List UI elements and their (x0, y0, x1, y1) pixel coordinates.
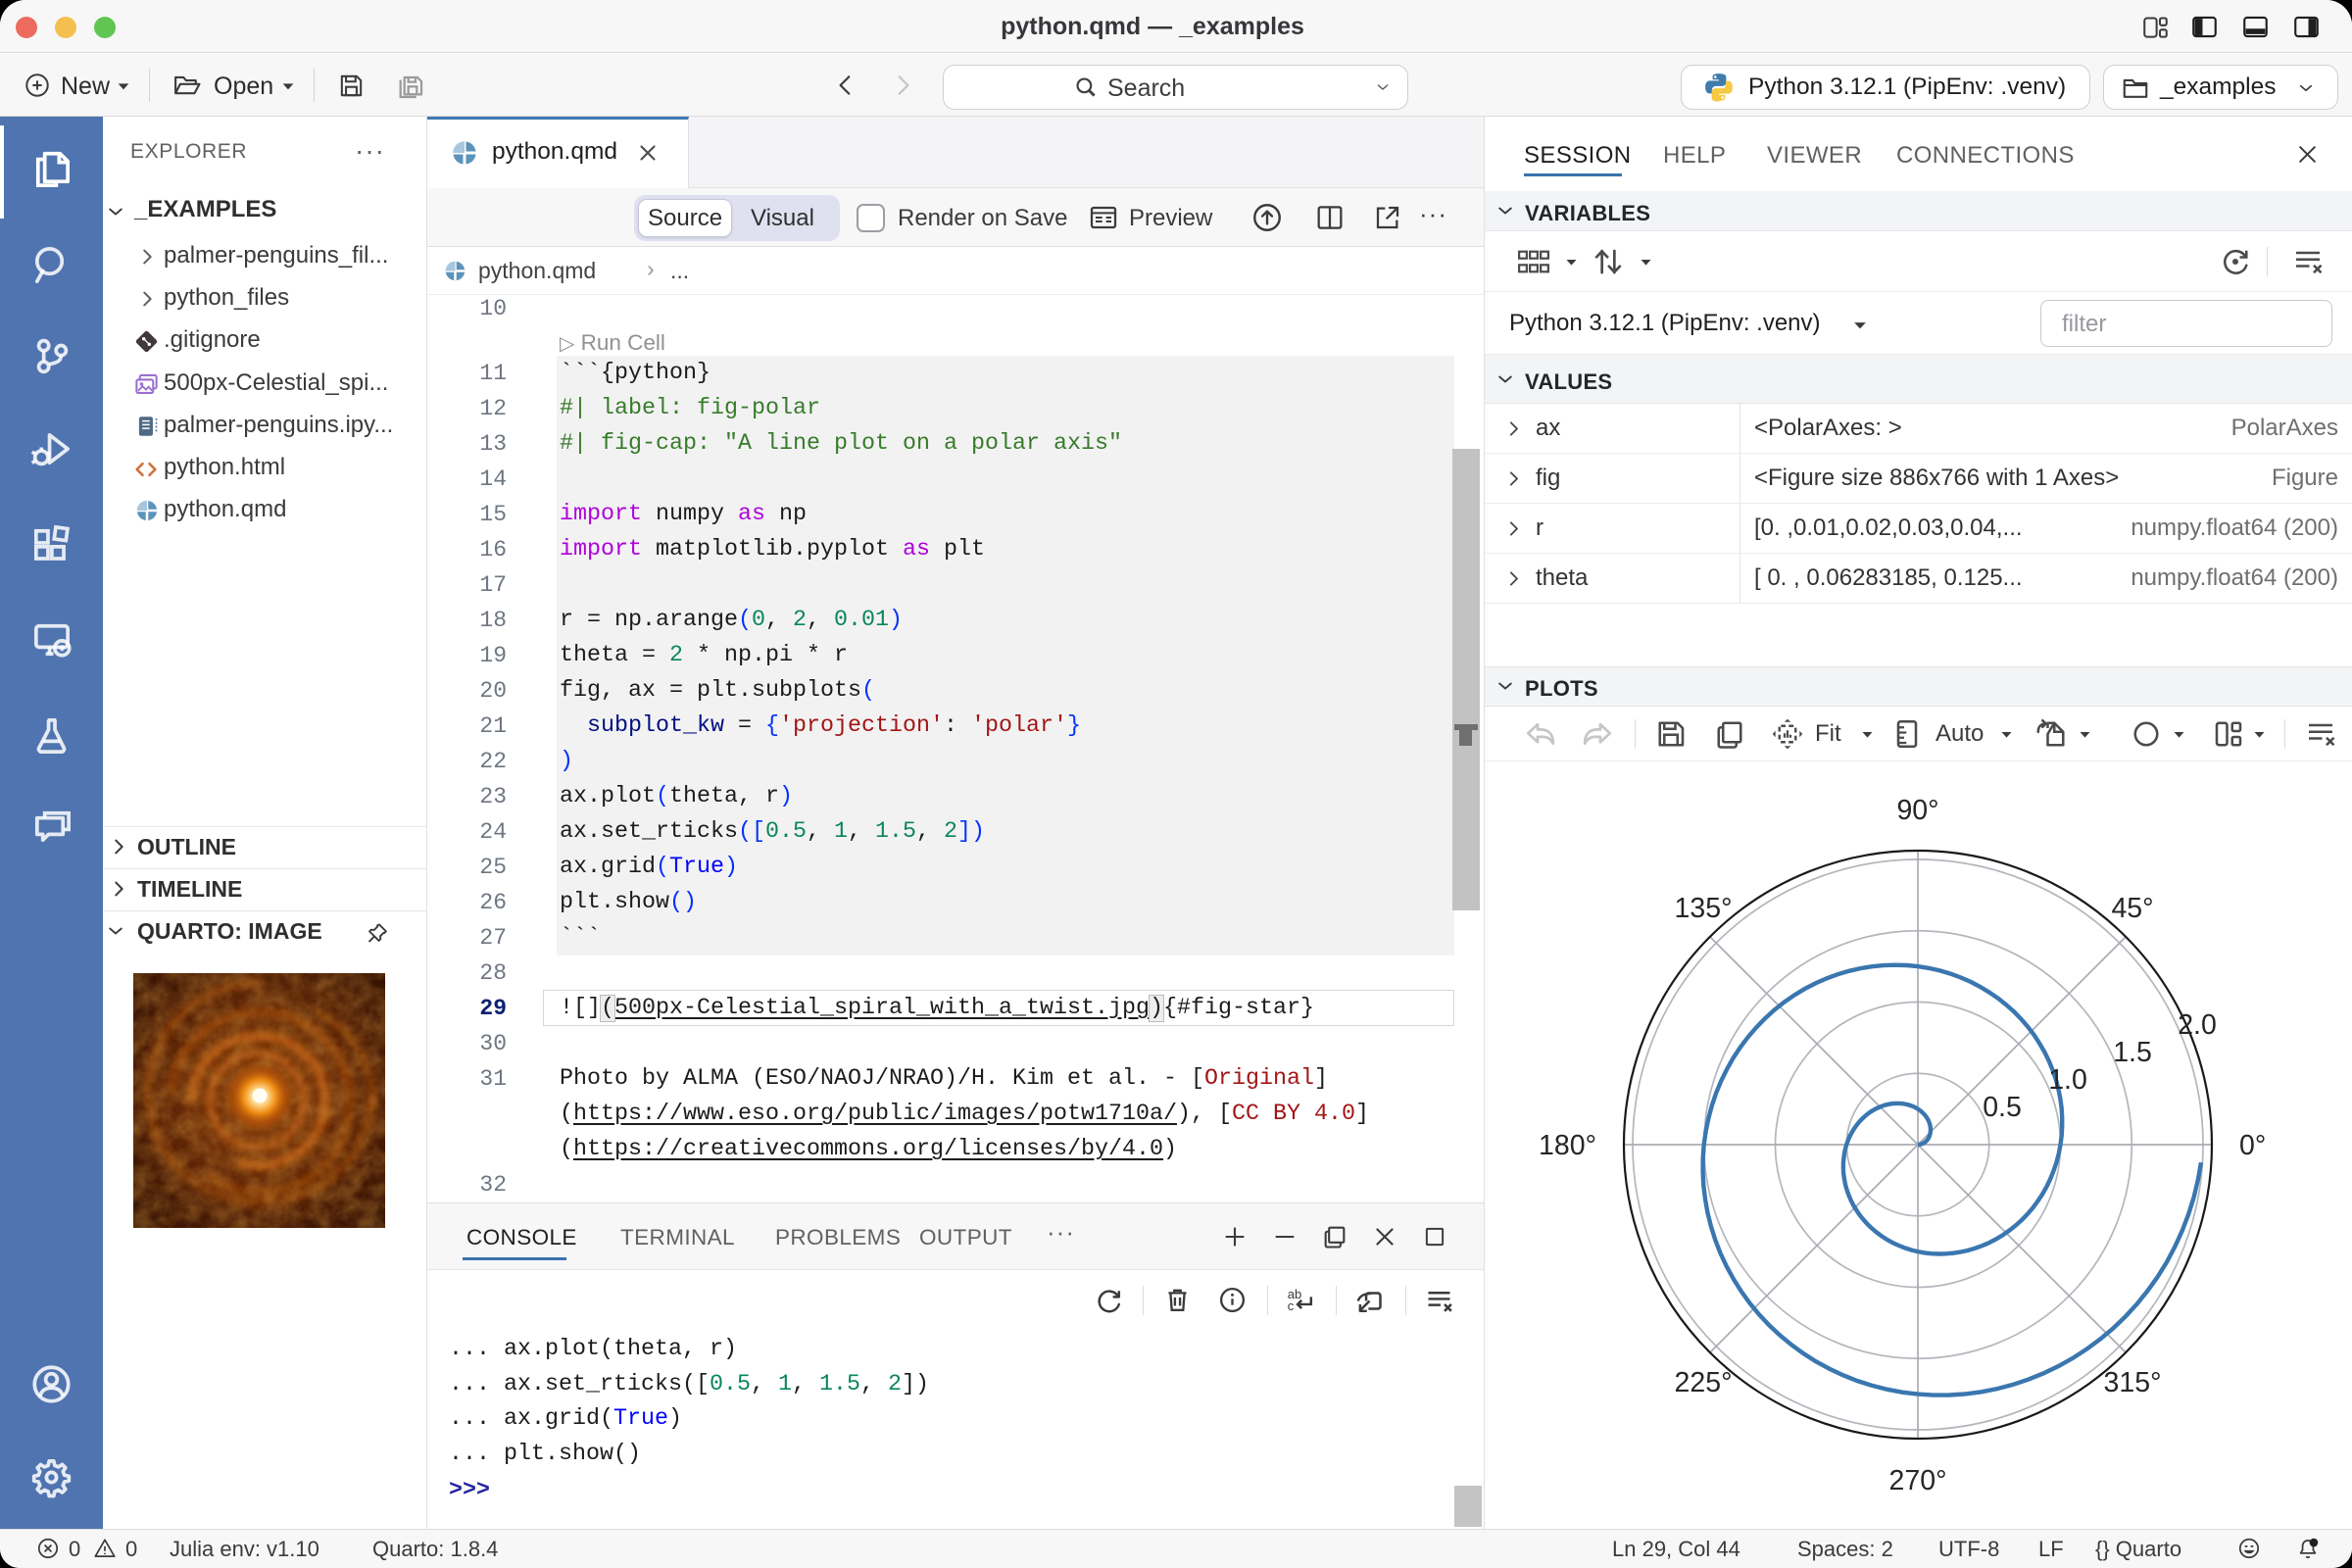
svg-text:1.5: 1.5 (2113, 1037, 2152, 1068)
svg-text:90°: 90° (1896, 795, 1938, 826)
svg-text:270°: 270° (1889, 1465, 1947, 1496)
svg-text:c: c (1288, 1298, 1295, 1313)
svg-text:225°: 225° (1675, 1367, 1733, 1398)
svg-text:315°: 315° (2104, 1367, 2162, 1398)
svg-text:2.0: 2.0 (2178, 1009, 2217, 1041)
svg-text:135°: 135° (1675, 893, 1733, 924)
svg-text:45°: 45° (2111, 893, 2153, 924)
svg-text:180°: 180° (1539, 1130, 1596, 1161)
svg-text:0°: 0° (2239, 1130, 2266, 1161)
svg-text:0.5: 0.5 (1983, 1092, 2022, 1123)
svg-text:1.0: 1.0 (2048, 1064, 2087, 1096)
